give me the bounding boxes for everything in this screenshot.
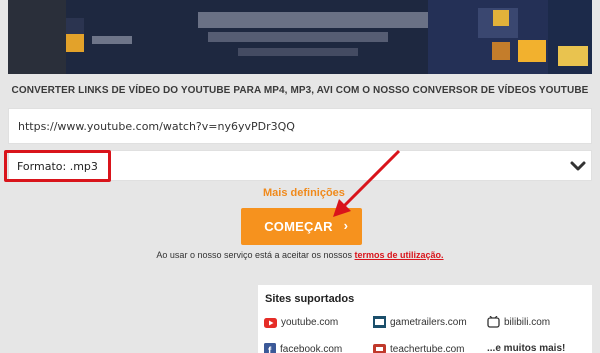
site-label: gametrailers.com xyxy=(390,316,467,328)
bilibili-icon xyxy=(487,316,500,328)
more-sites-text: ...e muitos mais! xyxy=(487,343,565,353)
youtube-icon xyxy=(264,317,277,328)
terms-text: Ao usar o nosso serviço está a aceitar o… xyxy=(0,250,600,260)
supported-sites-panel: Sites suportados youtube.com gametrailer… xyxy=(258,285,592,353)
site-youtube[interactable]: youtube.com xyxy=(264,317,338,328)
site-bilibili[interactable]: bilibili.com xyxy=(487,316,550,328)
facebook-icon: f xyxy=(264,343,276,353)
annotation-arrow-icon xyxy=(333,149,401,217)
gametrailers-icon xyxy=(373,316,386,328)
supported-sites-title: Sites suportados xyxy=(265,293,355,305)
format-highlight-box xyxy=(4,150,111,182)
site-label: facebook.com xyxy=(280,343,343,353)
site-label: teachertube.com xyxy=(390,343,465,353)
site-label: youtube.com xyxy=(281,317,339,328)
ad-banner[interactable] xyxy=(8,0,592,74)
teachertube-icon xyxy=(373,344,386,353)
terms-prefix: Ao usar o nosso serviço está a aceitar o… xyxy=(156,250,355,260)
chevron-down-icon[interactable] xyxy=(569,157,587,175)
site-teachertube[interactable]: teachertube.com xyxy=(373,343,465,353)
site-gametrailers[interactable]: gametrailers.com xyxy=(373,316,467,328)
start-button-label: COMEÇAR xyxy=(264,219,333,234)
terms-link[interactable]: termos de utilização. xyxy=(355,250,444,260)
page-headline: CONVERTER LINKS DE VÍDEO DO YOUTUBE PARA… xyxy=(11,85,589,96)
url-input[interactable]: https://www.youtube.com/watch?v=ny6yvPDr… xyxy=(8,108,592,144)
site-label: ...e muitos mais! xyxy=(487,343,566,353)
site-facebook[interactable]: f facebook.com xyxy=(264,343,342,353)
site-label: bilibili.com xyxy=(504,316,551,328)
